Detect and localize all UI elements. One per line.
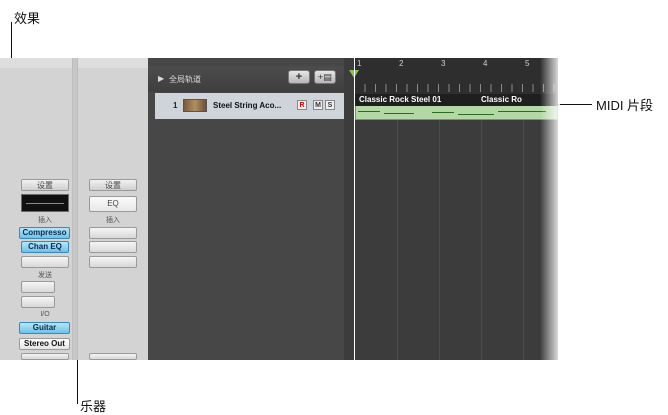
disclosure-triangle-icon[interactable]: ▶	[158, 74, 164, 83]
midi-note	[384, 113, 414, 114]
channel2-insert-slot-3[interactable]	[89, 256, 137, 268]
channel1-insert-label: 插入	[38, 217, 52, 224]
ruler-bar-5: 5	[525, 59, 530, 68]
grid-line-4	[481, 94, 482, 360]
channel1-io-label: I/O	[40, 311, 50, 318]
midi-region-name-2: Classic Ro	[481, 95, 522, 104]
grid-line-5	[523, 94, 524, 360]
insert-slot-compressor[interactable]: Compresso	[19, 227, 70, 239]
channel2-insert-label: 插入	[106, 217, 120, 224]
add-folder-button[interactable]: +▤	[314, 70, 336, 84]
ruler-ticks	[354, 84, 558, 92]
grid-line-2	[397, 94, 398, 360]
playhead-line[interactable]	[354, 58, 355, 360]
channel1-eq-display[interactable]	[21, 194, 69, 212]
effects-callout: 效果	[14, 11, 41, 26]
channel1-bottom-slot[interactable]	[21, 353, 69, 360]
midi-note	[498, 111, 546, 112]
midi-note	[432, 112, 454, 113]
ruler-bar-4: 4	[483, 59, 488, 68]
input-slot-guitar[interactable]: Guitar	[19, 322, 70, 334]
instrument-icon	[183, 99, 207, 112]
midi-region-name-1: Classic Rock Steel 01	[359, 95, 442, 104]
folder-add-icon: +▤	[318, 72, 332, 82]
mixer-strip-separator	[72, 58, 78, 360]
midi-notes	[358, 109, 554, 117]
channel2-insert-slot-2[interactable]	[89, 241, 137, 253]
right-fade-overlay	[540, 58, 560, 360]
send-slot-1[interactable]	[21, 281, 55, 293]
insert-slot-empty[interactable]	[21, 256, 69, 268]
eq-curve	[26, 203, 64, 204]
ruler-bar-1: 1	[357, 59, 362, 68]
channel1-settings-button[interactable]: 设置	[21, 179, 69, 191]
mute-button[interactable]: M	[313, 100, 323, 110]
output-slot-stereo-out[interactable]: Stereo Out	[19, 338, 70, 350]
grid-line-3	[439, 94, 440, 360]
global-tracks-header[interactable]: ▶ 全局轨道 + +▤	[148, 66, 344, 92]
channel2-insert-slot-1[interactable]	[89, 227, 137, 239]
channel2-settings-button[interactable]: 设置	[89, 179, 137, 191]
insert-slot-chan-eq[interactable]: Chan EQ	[21, 241, 69, 253]
global-tracks-label: 全局轨道	[169, 75, 201, 84]
track-number: 1	[173, 101, 178, 110]
solo-button[interactable]: S	[325, 100, 335, 110]
send-slot-2[interactable]	[21, 296, 55, 308]
channel2-eq-button[interactable]: EQ	[89, 196, 137, 212]
midi-region-callout: MIDI 片段	[596, 98, 654, 113]
channel1-send-label: 发送	[38, 272, 52, 279]
midi-note	[358, 111, 380, 112]
track-name: Steel String Aco...	[213, 101, 282, 110]
midi-note	[458, 114, 494, 115]
ruler-bar-2: 2	[399, 59, 404, 68]
channel2-bottom-slot[interactable]	[89, 353, 137, 360]
add-track-button[interactable]: +	[288, 70, 310, 84]
instrument-callout: 乐器	[80, 399, 107, 414]
record-enable-button[interactable]: R	[297, 100, 307, 110]
ruler-bar-3: 3	[441, 59, 446, 68]
track-header[interactable]: 1 Steel String Aco... R M S	[155, 93, 344, 119]
